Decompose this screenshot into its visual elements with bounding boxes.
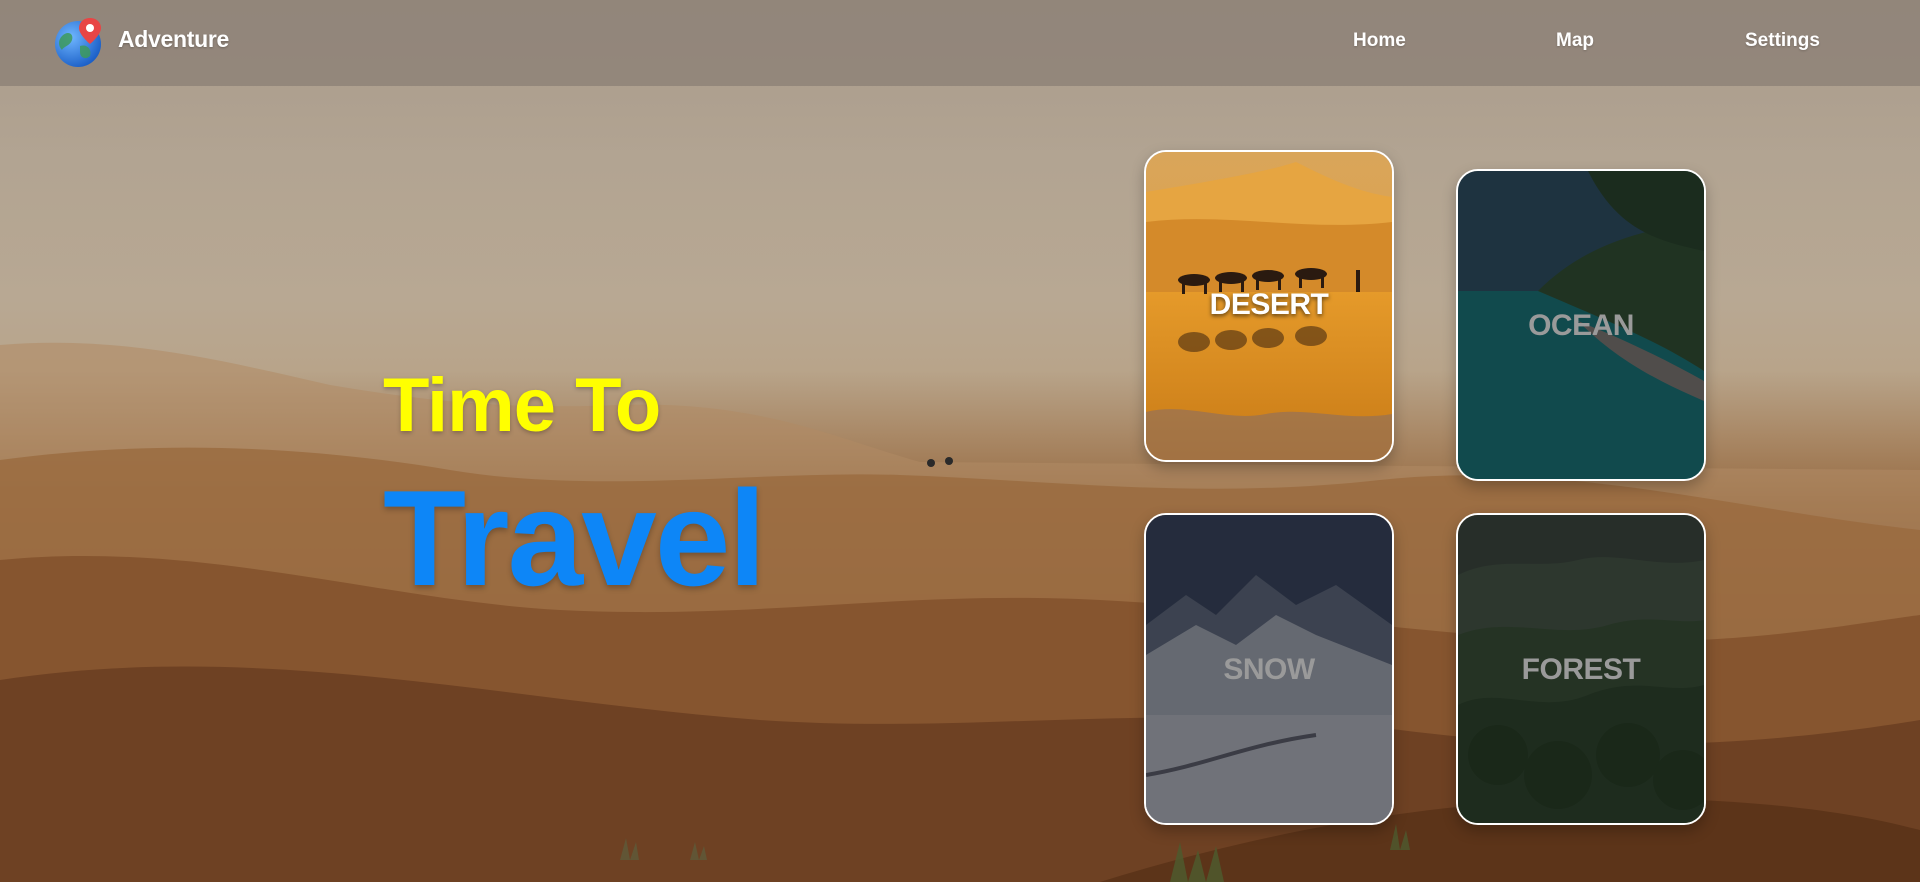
top-navbar: Adventure Home Map Settings [0, 0, 1920, 86]
page: Adventure Home Map Settings Time To Trav… [0, 0, 1920, 882]
card-label-ocean: OCEAN [1528, 309, 1634, 342]
brand-name[interactable]: Adventure [118, 26, 229, 53]
card-label-forest: FOREST [1521, 653, 1641, 686]
destination-card-desert[interactable]: DESERT [1144, 150, 1394, 462]
hero-title-line1: Time To [383, 363, 661, 448]
globe-pin-icon[interactable] [52, 16, 104, 68]
destination-card-forest[interactable]: FOREST [1456, 513, 1706, 825]
nav-map-link[interactable]: Map [1556, 30, 1594, 52]
nav-settings-link[interactable]: Settings [1745, 30, 1820, 52]
destination-card-snow[interactable]: SNOW [1144, 513, 1394, 825]
nav-home-link[interactable]: Home [1353, 30, 1406, 52]
card-label-desert: DESERT [1209, 288, 1329, 321]
card-label-snow: SNOW [1223, 653, 1315, 686]
destination-card-ocean[interactable]: OCEAN [1456, 169, 1706, 481]
hero-title-line2: Travel [383, 462, 766, 614]
